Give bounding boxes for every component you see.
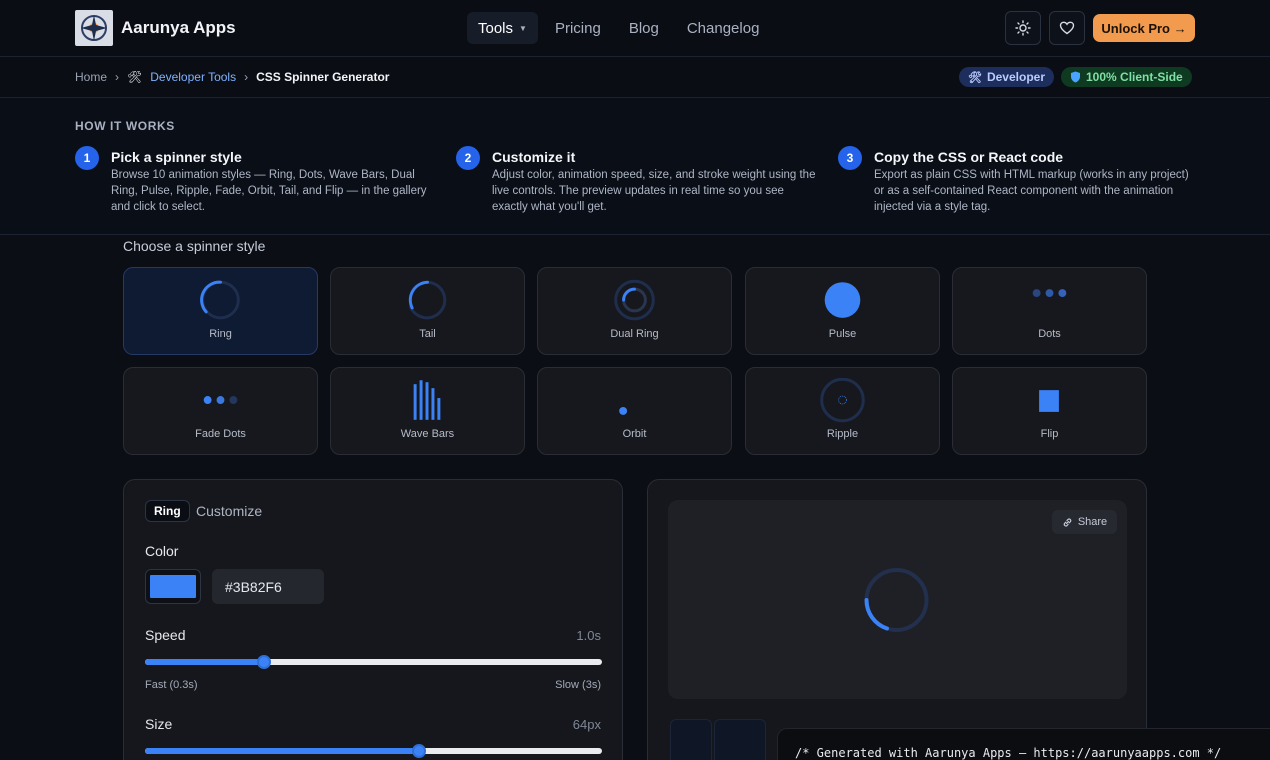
step-description: Browse 10 animation styles — Ring, Dots,… [111, 169, 427, 213]
color-picker[interactable] [145, 569, 201, 604]
spinner-card-label: Tail [419, 328, 436, 340]
spinner-card-ring[interactable]: Ring [123, 267, 318, 355]
spinner-card-label: Ripple [826, 428, 859, 440]
speed-max-label: Slow (3s) [555, 679, 601, 691]
spinner-card-dual-ring[interactable]: Dual Ring [537, 267, 732, 355]
client-side-badge: 100% Client-Side [1061, 67, 1192, 87]
breadcrumb-home[interactable]: Home [75, 70, 107, 84]
speed-min-label: Fast (0.3s) [145, 679, 198, 691]
step-description: Adjust color, animation speed, size, and… [492, 169, 816, 213]
developer-badge: 🛠 Developer [959, 67, 1054, 87]
nav-tools-label: Tools [478, 19, 514, 37]
spinner-card-dots[interactable]: Dots [952, 267, 1147, 355]
speed-slider[interactable] [145, 655, 602, 669]
step-title: Copy the CSS or React code [874, 149, 1064, 165]
main-nav: Tools ▼ Pricing Blog Changelog [467, 12, 770, 44]
sun-icon [1015, 20, 1031, 36]
dual-ring-spinner-icon [614, 279, 655, 321]
breadcrumb-separator: › [115, 70, 120, 84]
spinner-card-label: Orbit [622, 428, 647, 440]
flip-spinner-icon [1039, 390, 1059, 412]
spinner-card-tail[interactable]: Tail [330, 267, 525, 355]
step-title: Customize it [492, 149, 576, 165]
fade-dots-spinner-icon [203, 396, 238, 404]
speed-value: 1.0s [576, 628, 601, 643]
customize-heading: Customize [196, 503, 263, 519]
spinner-card-flip[interactable]: Flip [952, 367, 1147, 455]
breadcrumb-separator: › [244, 70, 249, 84]
code-output[interactable]: /* Generated with Aarunya Apps — https:/… [777, 728, 1270, 760]
step-title: Pick a spinner style [111, 149, 242, 165]
top-navigation-bar: Aarunya Apps Tools ▼ Pricing Blog Change… [0, 0, 1270, 57]
shield-icon [1071, 71, 1080, 83]
spinner-card-label: Fade Dots [195, 428, 246, 440]
unlock-pro-button[interactable]: Unlock Pro → [1093, 14, 1195, 42]
step-number: 2 [456, 146, 480, 170]
developer-badge-label: Developer [986, 70, 1045, 84]
speed-slider-fill [145, 659, 264, 665]
nav-blog[interactable]: Blog [618, 12, 670, 44]
ring-spinner-icon [200, 280, 240, 320]
nav-changelog[interactable]: Changelog [676, 12, 771, 44]
size-value: 64px [572, 717, 601, 732]
heart-icon [1059, 21, 1075, 35]
wave-bars-spinner-icon [413, 380, 441, 420]
speed-label: Speed [145, 627, 186, 643]
gallery-title: Choose a spinner style [123, 238, 266, 254]
nav-tools[interactable]: Tools ▼ [467, 12, 538, 44]
background-option[interactable] [714, 719, 766, 760]
spinner-card-fade-dots[interactable]: Fade Dots [123, 367, 318, 455]
color-label: Color [145, 543, 179, 559]
spinner-card-label: Dual Ring [610, 328, 659, 340]
size-slider-fill [145, 748, 420, 754]
spinner-card-ripple[interactable]: Ripple [745, 367, 940, 455]
code-comment-line: /* Generated with Aarunya Apps — https:/… [795, 746, 1222, 760]
spinner-card-wave-bars[interactable]: Wave Bars [330, 367, 525, 455]
breadcrumb-current: CSS Spinner Generator [256, 70, 390, 84]
step-description: Export as plain CSS with HTML markup (wo… [874, 169, 1189, 213]
breadcrumb-developer-tools[interactable]: Developer Tools [150, 70, 236, 84]
theme-toggle-button[interactable] [1005, 11, 1041, 45]
spinner-card-orbit[interactable]: Orbit [537, 367, 732, 455]
spinner-card-label: Ring [209, 328, 232, 340]
customize-panel: Ring Customize Color #3B82F6 Speed 1.0s … [123, 479, 623, 760]
color-hex-input[interactable]: #3B82F6 [212, 569, 324, 604]
tools-icon: 🛠 [127, 70, 143, 84]
background-option[interactable] [670, 719, 712, 760]
size-label: Size [145, 716, 173, 732]
dots-spinner-icon [1032, 289, 1067, 298]
favorite-button[interactable] [1049, 11, 1085, 45]
spinner-card-label: Flip [1040, 428, 1059, 440]
nav-pricing[interactable]: Pricing [544, 12, 612, 44]
selected-style-chip: Ring [145, 500, 190, 522]
pulse-spinner-icon [824, 282, 861, 318]
spinner-card-label: Wave Bars [400, 428, 455, 440]
chevron-down-icon: ▼ [519, 23, 527, 33]
share-button-label: Share [1077, 516, 1108, 528]
brand-logo [75, 10, 113, 46]
color-swatch [150, 575, 196, 598]
how-it-works-section: HOW IT WORKS 1 Pick a spinner style Brow… [0, 98, 1270, 235]
breadcrumb: Home › 🛠 Developer Tools › CSS Spinner G… [75, 70, 389, 84]
spinner-card-label: Dots [1038, 328, 1061, 340]
ripple-spinner-icon [820, 378, 865, 423]
speed-slider-thumb[interactable] [256, 655, 271, 669]
spinner-card-pulse[interactable]: Pulse [745, 267, 940, 355]
client-side-badge-label: 100% Client-Side [1086, 70, 1183, 84]
link-icon [1063, 517, 1072, 527]
brand-name: Aarunya Apps [121, 18, 236, 37]
tail-spinner-icon [408, 280, 447, 320]
tools-icon: 🛠 [968, 71, 982, 84]
size-slider[interactable] [145, 744, 602, 758]
spinner-card-label: Pulse [828, 328, 857, 340]
step-number: 1 [75, 146, 99, 170]
share-button[interactable]: Share [1052, 510, 1117, 534]
step-number: 3 [838, 146, 862, 170]
brand[interactable]: Aarunya Apps [75, 10, 236, 46]
how-it-works-title: HOW IT WORKS [75, 119, 175, 133]
size-slider-thumb[interactable] [412, 744, 427, 758]
orbit-spinner-icon [619, 406, 628, 415]
